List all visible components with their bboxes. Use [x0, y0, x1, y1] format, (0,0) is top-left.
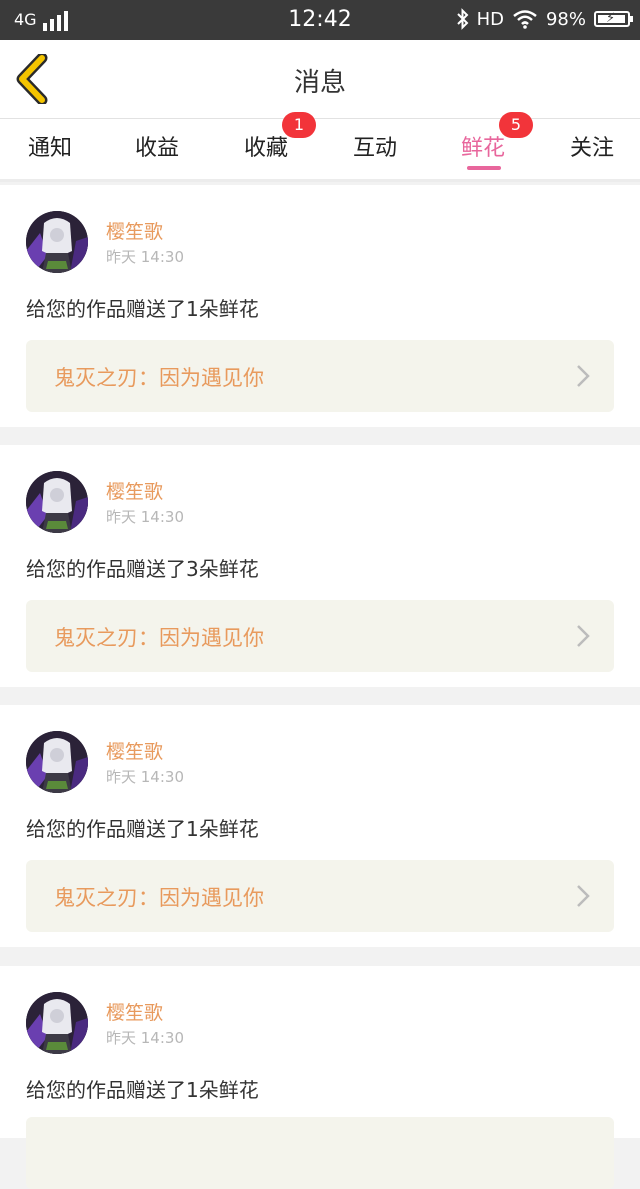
- unread-badge: 5: [499, 112, 533, 138]
- message-card: 樱笙歌 昨天 14:30 给您的作品赠送了1朵鲜花 鬼灭之刃：因为遇见你: [0, 185, 640, 427]
- tab-divider: [0, 179, 640, 182]
- message-text: 给您的作品赠送了1朵鲜花: [26, 1078, 259, 1102]
- sender-name[interactable]: 樱笙歌: [106, 998, 163, 1025]
- avatar[interactable]: [26, 211, 88, 273]
- tab-label: 通知: [27, 136, 72, 161]
- message-time: 昨天 14:30: [106, 508, 184, 526]
- tab-favorites[interactable]: 收藏 1: [216, 112, 316, 179]
- message-text: 给您的作品赠送了1朵鲜花: [26, 817, 259, 841]
- message-time: 昨天 14:30: [106, 768, 184, 786]
- sender-name[interactable]: 樱笙歌: [106, 737, 163, 764]
- battery-charging-icon: ⚡: [594, 11, 633, 27]
- message-card: 樱笙歌 昨天 14:30 给您的作品赠送了3朵鲜花 鬼灭之刃：因为遇见你: [0, 445, 640, 687]
- message-text: 给您的作品赠送了1朵鲜花: [26, 297, 259, 321]
- battery-percent: 98%: [545, 8, 586, 30]
- active-tab-indicator: [467, 166, 501, 170]
- chevron-right-icon: [577, 365, 590, 387]
- wifi-icon: [513, 10, 537, 29]
- work-link[interactable]: 鬼灭之刃：因为遇见你: [26, 340, 614, 412]
- avatar-image: [26, 211, 88, 273]
- message-time: 昨天 14:30: [106, 1029, 184, 1047]
- tab-flowers[interactable]: 鲜花 5: [433, 112, 533, 179]
- avatar[interactable]: [26, 731, 88, 793]
- status-bar: 4G 12:42 HD 98% ⚡: [0, 0, 640, 40]
- tab-earnings[interactable]: 收益: [107, 119, 207, 179]
- sender-name[interactable]: 樱笙歌: [106, 477, 163, 504]
- unread-badge: 1: [282, 112, 316, 138]
- message-card: 樱笙歌 昨天 14:30 给您的作品赠送了1朵鲜花: [0, 966, 640, 1189]
- work-title: 鬼灭之刃：因为遇见你: [54, 626, 264, 650]
- message-time: 昨天 14:30: [106, 248, 184, 266]
- tab-label: 收益: [134, 136, 179, 161]
- work-link[interactable]: 鬼灭之刃：因为遇见你: [26, 860, 614, 932]
- chevron-right-icon: [577, 885, 590, 907]
- tab-bar: 通知 收益 收藏 1 互动 鲜花 5 关注: [0, 112, 640, 179]
- avatar-image: [26, 992, 88, 1054]
- sender-name[interactable]: 樱笙歌: [106, 217, 163, 244]
- avatar[interactable]: [26, 471, 88, 533]
- work-link[interactable]: 鬼灭之刃：因为遇见你: [26, 600, 614, 672]
- tab-notice[interactable]: 通知: [0, 119, 100, 179]
- tab-following[interactable]: 关注: [542, 119, 640, 179]
- avatar[interactable]: [26, 992, 88, 1054]
- work-title: 鬼灭之刃：因为遇见你: [54, 886, 264, 910]
- work-link[interactable]: [26, 1117, 614, 1189]
- hd-label: HD: [476, 8, 504, 30]
- page-title: 消息: [293, 68, 346, 98]
- chevron-right-icon: [577, 625, 590, 647]
- tab-label: 互动: [352, 136, 397, 161]
- message-card: 樱笙歌 昨天 14:30 给您的作品赠送了1朵鲜花 鬼灭之刃：因为遇见你: [0, 705, 640, 947]
- work-title: 鬼灭之刃：因为遇见你: [54, 366, 264, 390]
- tab-interaction[interactable]: 互动: [325, 119, 425, 179]
- tab-label: 关注: [569, 136, 614, 161]
- avatar-image: [26, 731, 88, 793]
- header: 消息: [0, 40, 640, 119]
- message-text: 给您的作品赠送了3朵鲜花: [26, 557, 259, 581]
- status-icons: HD 98% ⚡: [456, 8, 633, 30]
- bluetooth-icon: [456, 8, 468, 30]
- charging-bolt-icon: ⚡: [606, 11, 616, 26]
- avatar-image: [26, 471, 88, 533]
